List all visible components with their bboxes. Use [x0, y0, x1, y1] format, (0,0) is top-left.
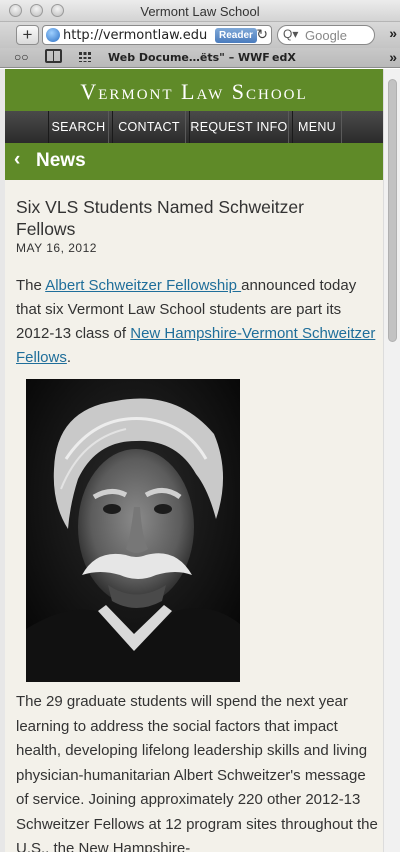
bookmark-item[interactable]: edX — [272, 51, 296, 64]
site-nav: SEARCH CONTACT REQUEST INFO MENU — [5, 111, 383, 143]
chevron-left-icon[interactable]: ‹ — [14, 149, 20, 171]
site-logo-text[interactable]: Vermont Law School — [5, 79, 383, 105]
bookmarks-book-icon[interactable] — [45, 49, 62, 63]
page-viewport: Vermont Law School SEARCH CONTACT REQUES… — [0, 69, 400, 852]
bookmarks-bar: ○○ Web Docume…ëts" – WWF edX » — [0, 48, 400, 68]
portrait-photo — [26, 379, 240, 682]
site-header: Vermont Law School — [5, 69, 383, 111]
intro-text: The — [16, 277, 46, 294]
window-titlebar: Vermont Law School — [0, 0, 400, 22]
vertical-scrollbar[interactable] — [383, 69, 400, 852]
reader-button[interactable]: Reader — [215, 28, 257, 43]
bookmark-item[interactable]: Web Docume…ëts" – WWF — [108, 51, 270, 64]
article-date: MAY 16, 2012 — [16, 241, 97, 255]
window-title: Vermont Law School — [140, 4, 260, 19]
reading-list-icon[interactable]: ○○ — [14, 50, 29, 64]
toolbar-overflow-icon[interactable]: » — [389, 25, 397, 41]
search-placeholder: Google — [305, 28, 347, 43]
nav-contact[interactable]: CONTACT — [112, 111, 186, 143]
globe-icon — [46, 28, 60, 42]
nav-menu[interactable]: MENU — [292, 111, 342, 143]
reload-icon[interactable]: ↻ — [256, 26, 268, 43]
bookmarks-overflow-icon[interactable]: » — [389, 49, 397, 65]
article-intro: The Albert Schweitzer Fellowship announc… — [16, 274, 376, 370]
browser-toolbar: + http://vermontlaw.edu Reader ↻ Q▾ Goog… — [0, 22, 400, 48]
address-bar[interactable]: http://vermontlaw.edu Reader ↻ — [42, 25, 272, 45]
intro-text: . — [66, 349, 72, 366]
nav-request-info[interactable]: REQUEST INFO — [189, 111, 289, 143]
add-bookmark-button[interactable]: + — [16, 25, 39, 45]
article-body: The 29 graduate students will spend the … — [16, 693, 378, 852]
top-sites-grid-icon[interactable] — [79, 52, 91, 62]
search-icon: Q▾ — [283, 27, 299, 41]
section-title[interactable]: News — [36, 150, 86, 172]
schweitzer-fellowship-link[interactable]: Albert Schweitzer Fellowship — [45, 277, 241, 294]
article-headline: Six VLS Students Named Schweitzer Fellow… — [16, 197, 304, 239]
section-bar[interactable]: ‹ News — [5, 143, 383, 180]
schweitzer-portrait-image — [26, 379, 240, 682]
url-text[interactable]: http://vermontlaw.edu — [63, 28, 207, 43]
nav-search[interactable]: SEARCH — [48, 111, 109, 143]
search-field[interactable]: Q▾ Google — [277, 25, 375, 45]
scrollbar-thumb[interactable] — [388, 79, 397, 342]
